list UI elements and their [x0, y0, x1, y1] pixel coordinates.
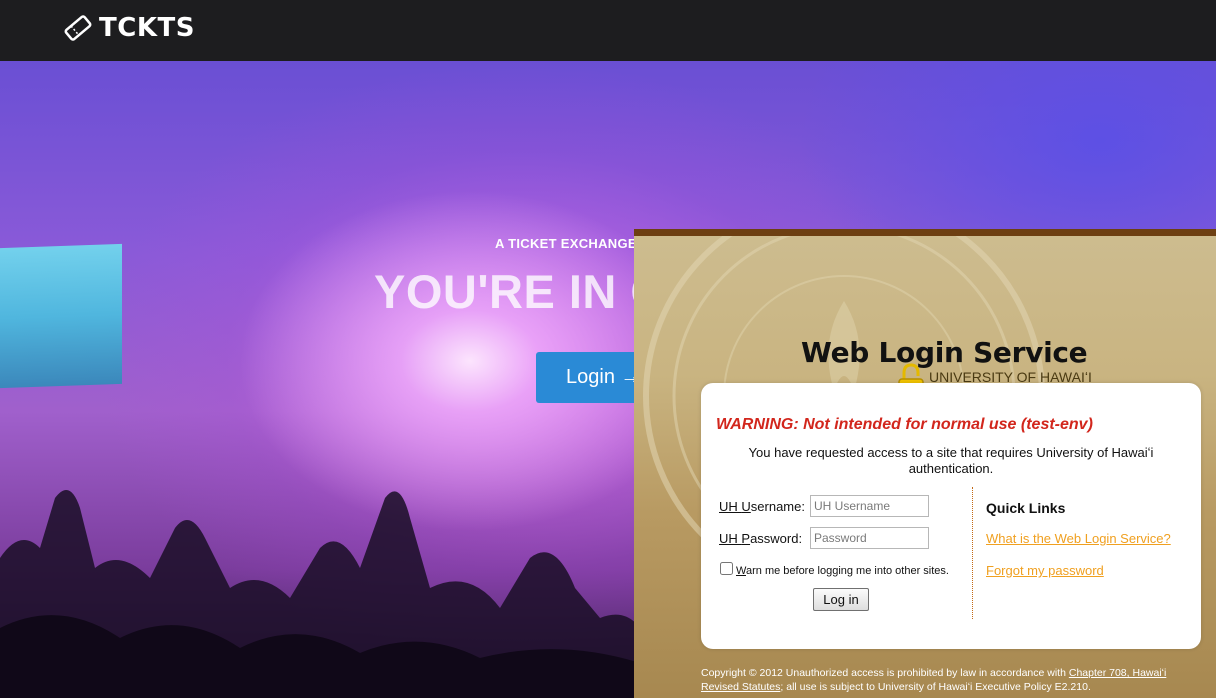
web-login-window: Web Login Service UNIVERSITY OF HAWAIʻI …: [634, 229, 1216, 698]
intro-text: You have requested access to a site that…: [748, 445, 1154, 476]
warning-message: WARNING: Not intended for normal use (te…: [716, 416, 1093, 433]
quick-links-title: Quick Links: [986, 500, 1066, 516]
brand-logo[interactable]: TCKTS: [63, 13, 195, 43]
stage-screen-image: [0, 243, 122, 389]
username-label: UH Username:: [719, 499, 805, 514]
brand-name: TCKTS: [99, 13, 195, 43]
copyright-footer: Copyright © 2012 Unauthorized access is …: [701, 666, 1201, 694]
top-navbar: TCKTS: [0, 0, 1216, 61]
warn-before-login-label: Warn me before logging me into other sit…: [736, 565, 949, 577]
what-is-web-login-link[interactable]: What is the Web Login Service?: [986, 531, 1171, 546]
warn-before-login-checkbox[interactable]: [720, 562, 733, 575]
password-label: UH Password:: [719, 531, 803, 546]
policy-text: ; all use is subject to University of Ha…: [780, 681, 1091, 693]
column-divider: [972, 487, 973, 619]
crowd-silhouette-image: [0, 490, 640, 698]
log-in-button[interactable]: Log in: [813, 588, 869, 611]
web-login-title: Web Login Service: [801, 336, 1088, 369]
forgot-password-link[interactable]: Forgot my password: [986, 563, 1104, 578]
ticket-icon: [64, 15, 92, 41]
username-input[interactable]: [810, 495, 929, 517]
login-panel: WARNING: Not intended for normal use (te…: [701, 383, 1201, 649]
password-input[interactable]: [810, 527, 929, 549]
copyright-text: Copyright © 2012 Unauthorized access is …: [701, 667, 1069, 679]
hero-tagline: A TICKET EXCHANGE: [495, 236, 637, 251]
hero-title: YOU'RE IN C: [374, 265, 665, 318]
